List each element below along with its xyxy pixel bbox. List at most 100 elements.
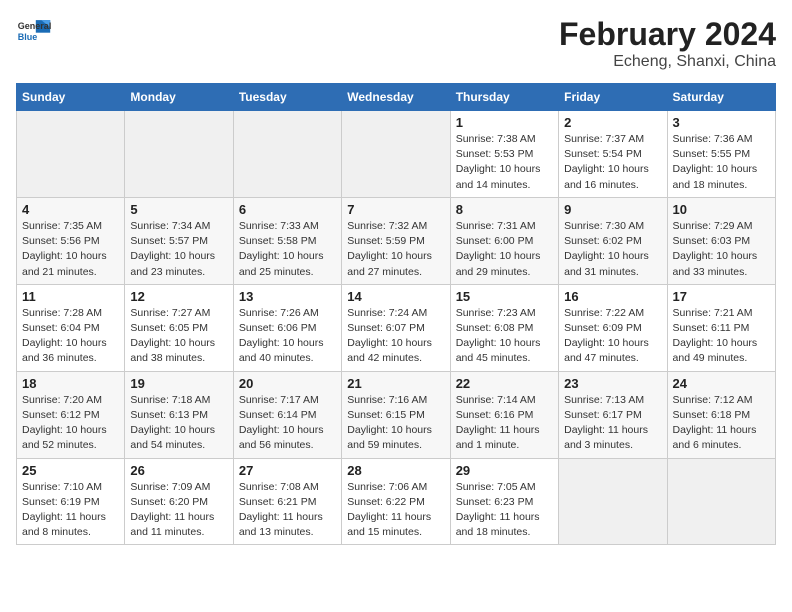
day-info: Sunrise: 7:32 AM Sunset: 5:59 PM Dayligh… — [347, 219, 444, 280]
day-info: Sunrise: 7:10 AM Sunset: 6:19 PM Dayligh… — [22, 480, 119, 541]
day-info: Sunrise: 7:09 AM Sunset: 6:20 PM Dayligh… — [130, 480, 227, 541]
day-header-friday: Friday — [559, 84, 667, 111]
day-number: 28 — [347, 463, 444, 478]
day-number: 20 — [239, 376, 336, 391]
day-info: Sunrise: 7:21 AM Sunset: 6:11 PM Dayligh… — [673, 306, 770, 367]
day-info: Sunrise: 7:13 AM Sunset: 6:17 PM Dayligh… — [564, 393, 661, 454]
calendar-cell — [233, 111, 341, 198]
calendar-cell: 14 Sunrise: 7:24 AM Sunset: 6:07 PM Dayli… — [342, 284, 450, 371]
day-info: Sunrise: 7:34 AM Sunset: 5:57 PM Dayligh… — [130, 219, 227, 280]
day-info: Sunrise: 7:06 AM Sunset: 6:22 PM Dayligh… — [347, 480, 444, 541]
calendar-cell: 17 Sunrise: 7:21 AM Sunset: 6:11 PM Dayli… — [667, 284, 775, 371]
day-number: 15 — [456, 289, 553, 304]
page-subtitle: Echeng, Shanxi, China — [559, 53, 776, 71]
calendar-cell: 12 Sunrise: 7:27 AM Sunset: 6:05 PM Dayli… — [125, 284, 233, 371]
day-info: Sunrise: 7:08 AM Sunset: 6:21 PM Dayligh… — [239, 480, 336, 541]
day-header-sunday: Sunday — [17, 84, 125, 111]
day-number: 6 — [239, 202, 336, 217]
calendar-week-1: 1 Sunrise: 7:38 AM Sunset: 5:53 PM Daylig… — [17, 111, 776, 198]
calendar-cell: 21 Sunrise: 7:16 AM Sunset: 6:15 PM Dayli… — [342, 371, 450, 458]
day-info: Sunrise: 7:14 AM Sunset: 6:16 PM Dayligh… — [456, 393, 553, 454]
calendar-cell: 29 Sunrise: 7:05 AM Sunset: 6:23 PM Dayli… — [450, 458, 558, 545]
day-info: Sunrise: 7:20 AM Sunset: 6:12 PM Dayligh… — [22, 393, 119, 454]
day-number: 23 — [564, 376, 661, 391]
calendar-cell: 22 Sunrise: 7:14 AM Sunset: 6:16 PM Dayli… — [450, 371, 558, 458]
day-number: 14 — [347, 289, 444, 304]
day-info: Sunrise: 7:26 AM Sunset: 6:06 PM Dayligh… — [239, 306, 336, 367]
title-block: February 2024 Echeng, Shanxi, China — [559, 16, 776, 71]
day-info: Sunrise: 7:35 AM Sunset: 5:56 PM Dayligh… — [22, 219, 119, 280]
day-number: 27 — [239, 463, 336, 478]
day-number: 4 — [22, 202, 119, 217]
day-number: 5 — [130, 202, 227, 217]
calendar-cell — [342, 111, 450, 198]
day-info: Sunrise: 7:37 AM Sunset: 5:54 PM Dayligh… — [564, 132, 661, 193]
day-number: 11 — [22, 289, 119, 304]
day-number: 13 — [239, 289, 336, 304]
calendar-cell: 20 Sunrise: 7:17 AM Sunset: 6:14 PM Dayli… — [233, 371, 341, 458]
day-info: Sunrise: 7:28 AM Sunset: 6:04 PM Dayligh… — [22, 306, 119, 367]
calendar-cell: 2 Sunrise: 7:37 AM Sunset: 5:54 PM Daylig… — [559, 111, 667, 198]
day-header-thursday: Thursday — [450, 84, 558, 111]
calendar-cell: 18 Sunrise: 7:20 AM Sunset: 6:12 PM Dayli… — [17, 371, 125, 458]
logo-icon: General Blue — [16, 16, 52, 44]
day-info: Sunrise: 7:36 AM Sunset: 5:55 PM Dayligh… — [673, 132, 770, 193]
calendar-cell: 15 Sunrise: 7:23 AM Sunset: 6:08 PM Dayli… — [450, 284, 558, 371]
day-number: 17 — [673, 289, 770, 304]
day-number: 9 — [564, 202, 661, 217]
day-header-saturday: Saturday — [667, 84, 775, 111]
day-info: Sunrise: 7:16 AM Sunset: 6:15 PM Dayligh… — [347, 393, 444, 454]
calendar-cell: 4 Sunrise: 7:35 AM Sunset: 5:56 PM Daylig… — [17, 197, 125, 284]
day-info: Sunrise: 7:38 AM Sunset: 5:53 PM Dayligh… — [456, 132, 553, 193]
calendar-week-3: 11 Sunrise: 7:28 AM Sunset: 6:04 PM Dayli… — [17, 284, 776, 371]
calendar-cell: 10 Sunrise: 7:29 AM Sunset: 6:03 PM Dayli… — [667, 197, 775, 284]
day-number: 24 — [673, 376, 770, 391]
day-number: 8 — [456, 202, 553, 217]
day-header-tuesday: Tuesday — [233, 84, 341, 111]
day-number: 19 — [130, 376, 227, 391]
calendar-cell: 23 Sunrise: 7:13 AM Sunset: 6:17 PM Dayli… — [559, 371, 667, 458]
calendar-cell: 6 Sunrise: 7:33 AM Sunset: 5:58 PM Daylig… — [233, 197, 341, 284]
day-number: 25 — [22, 463, 119, 478]
calendar-cell: 19 Sunrise: 7:18 AM Sunset: 6:13 PM Dayli… — [125, 371, 233, 458]
day-number: 22 — [456, 376, 553, 391]
day-number: 16 — [564, 289, 661, 304]
calendar-cell: 5 Sunrise: 7:34 AM Sunset: 5:57 PM Daylig… — [125, 197, 233, 284]
day-number: 26 — [130, 463, 227, 478]
calendar-week-5: 25 Sunrise: 7:10 AM Sunset: 6:19 PM Dayli… — [17, 458, 776, 545]
calendar-cell: 13 Sunrise: 7:26 AM Sunset: 6:06 PM Dayli… — [233, 284, 341, 371]
calendar-cell: 25 Sunrise: 7:10 AM Sunset: 6:19 PM Dayli… — [17, 458, 125, 545]
day-info: Sunrise: 7:27 AM Sunset: 6:05 PM Dayligh… — [130, 306, 227, 367]
day-info: Sunrise: 7:23 AM Sunset: 6:08 PM Dayligh… — [456, 306, 553, 367]
day-info: Sunrise: 7:22 AM Sunset: 6:09 PM Dayligh… — [564, 306, 661, 367]
day-number: 2 — [564, 115, 661, 130]
day-number: 12 — [130, 289, 227, 304]
page-header: General Blue February 2024 Echeng, Shanx… — [16, 16, 776, 71]
day-number: 1 — [456, 115, 553, 130]
calendar-cell — [559, 458, 667, 545]
day-info: Sunrise: 7:31 AM Sunset: 6:00 PM Dayligh… — [456, 219, 553, 280]
calendar-cell: 11 Sunrise: 7:28 AM Sunset: 6:04 PM Dayli… — [17, 284, 125, 371]
calendar-week-4: 18 Sunrise: 7:20 AM Sunset: 6:12 PM Dayli… — [17, 371, 776, 458]
calendar-cell: 26 Sunrise: 7:09 AM Sunset: 6:20 PM Dayli… — [125, 458, 233, 545]
calendar-header-row: SundayMondayTuesdayWednesdayThursdayFrid… — [17, 84, 776, 111]
day-info: Sunrise: 7:12 AM Sunset: 6:18 PM Dayligh… — [673, 393, 770, 454]
day-info: Sunrise: 7:33 AM Sunset: 5:58 PM Dayligh… — [239, 219, 336, 280]
day-info: Sunrise: 7:05 AM Sunset: 6:23 PM Dayligh… — [456, 480, 553, 541]
calendar-cell: 27 Sunrise: 7:08 AM Sunset: 6:21 PM Dayli… — [233, 458, 341, 545]
calendar-cell: 3Sunrise: 7:36 AM Sunset: 5:55 PM Daylig… — [667, 111, 775, 198]
day-info: Sunrise: 7:24 AM Sunset: 6:07 PM Dayligh… — [347, 306, 444, 367]
day-info: Sunrise: 7:29 AM Sunset: 6:03 PM Dayligh… — [673, 219, 770, 280]
day-number: 10 — [673, 202, 770, 217]
page-title: February 2024 — [559, 16, 776, 53]
svg-text:General: General — [18, 21, 52, 31]
calendar-cell: 9Sunrise: 7:30 AM Sunset: 6:02 PM Daylig… — [559, 197, 667, 284]
day-number: 21 — [347, 376, 444, 391]
day-number: 29 — [456, 463, 553, 478]
day-number: 18 — [22, 376, 119, 391]
day-info: Sunrise: 7:17 AM Sunset: 6:14 PM Dayligh… — [239, 393, 336, 454]
calendar-cell: 28 Sunrise: 7:06 AM Sunset: 6:22 PM Dayli… — [342, 458, 450, 545]
day-info: Sunrise: 7:18 AM Sunset: 6:13 PM Dayligh… — [130, 393, 227, 454]
calendar-cell: 8 Sunrise: 7:31 AM Sunset: 6:00 PM Daylig… — [450, 197, 558, 284]
calendar-cell: 24 Sunrise: 7:12 AM Sunset: 6:18 PM Dayli… — [667, 371, 775, 458]
